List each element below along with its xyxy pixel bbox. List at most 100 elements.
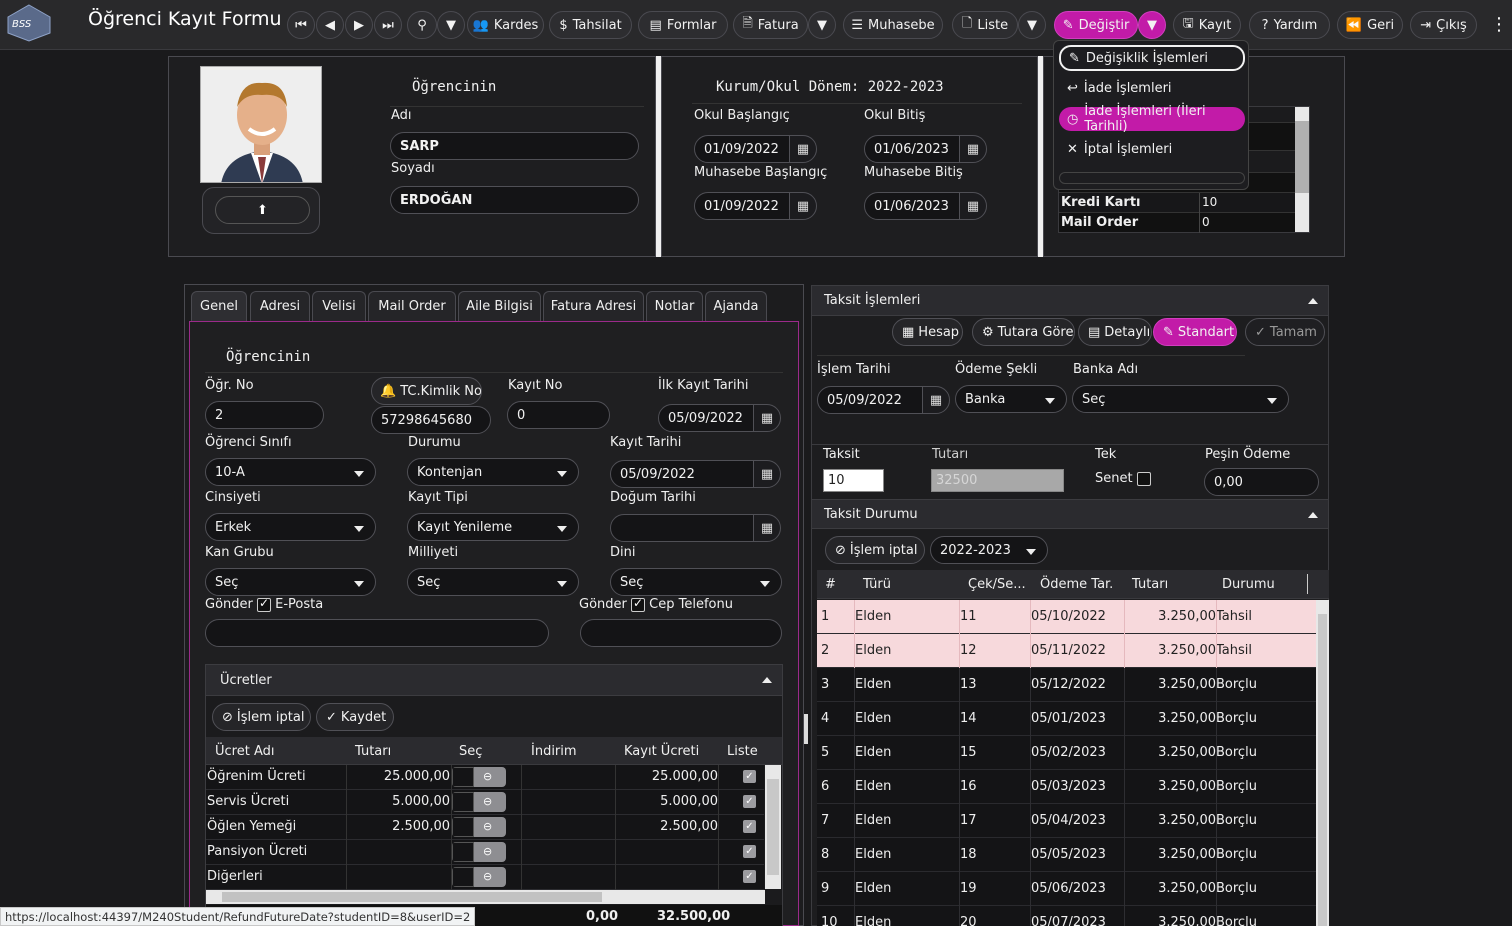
- calendar-icon[interactable]: ▦: [753, 404, 781, 432]
- soyadi-field[interactable]: ERDOĞAN: [390, 186, 639, 214]
- more-menu-icon[interactable]: ⋮: [1490, 14, 1508, 35]
- collapse-icon[interactable]: [762, 677, 772, 683]
- pesin-field[interactable]: 0,00: [1204, 468, 1319, 496]
- cikis-button[interactable]: ⇥ Çıkış: [1410, 11, 1477, 39]
- table-row[interactable]: 8 Elden 18 05/05/2023 3.250,00 Borçlu: [817, 838, 1316, 872]
- fees-header[interactable]: Ücretler: [206, 665, 782, 696]
- standart-button[interactable]: ✎ Standart: [1153, 318, 1237, 346]
- installments-header[interactable]: Taksit İşlemleri: [812, 286, 1328, 316]
- menu-iade-ileri-tarihli[interactable]: ◷ İade İşlemleri (İleri Tarihli): [1059, 104, 1245, 134]
- tamam-button[interactable]: ✓ Tamam: [1245, 318, 1325, 346]
- table-row[interactable]: 3 Elden 13 05/12/2022 3.250,00 Borçlu: [817, 668, 1316, 702]
- calendar-icon[interactable]: ▦: [959, 135, 987, 163]
- ilk-kayit-field[interactable]: 05/09/2022: [658, 404, 754, 432]
- select-toggle[interactable]: ⊖: [452, 817, 506, 837]
- filter-button[interactable]: ⚲: [407, 11, 437, 39]
- yardim-button[interactable]: ? Yardım: [1249, 11, 1330, 39]
- kayit-tipi-select[interactable]: Kayıt Yenileme: [407, 513, 579, 541]
- tab-notlar[interactable]: Notlar: [646, 291, 703, 321]
- table-row[interactable]: Pansiyon Ücreti ⊖ ✓: [206, 840, 764, 865]
- cep-checkbox[interactable]: [631, 596, 646, 612]
- table-row[interactable]: 1 Elden 11 05/10/2022 3.250,00 Tahsil: [817, 600, 1316, 634]
- select-toggle[interactable]: ⊖: [452, 842, 506, 862]
- table-row[interactable]: Öğrenim Ücreti 25.000,00 ⊖ 25.000,00 ✓: [206, 765, 764, 790]
- table-row[interactable]: 2 Elden 12 05/11/2022 3.250,00 Tahsil: [817, 634, 1316, 668]
- fatura-dropdown-button[interactable]: ▼: [808, 11, 836, 39]
- okul-bitis-field[interactable]: 01/06/2023: [864, 135, 960, 163]
- liste-checkbox[interactable]: ✓: [743, 845, 756, 858]
- eposta-field[interactable]: [205, 619, 549, 647]
- calendar-icon[interactable]: ▦: [753, 460, 781, 488]
- menu-degisiklik-islemleri[interactable]: ✎ Değişiklik İşlemleri: [1059, 45, 1245, 71]
- table-row[interactable]: Diğerleri ⊖ ✓: [206, 865, 764, 890]
- menu-iade-islemleri[interactable]: ↩ İade İşlemleri: [1059, 76, 1245, 100]
- fatura-button[interactable]: 🗎 Fatura: [733, 11, 808, 39]
- ogr-no-field[interactable]: 2: [205, 401, 324, 429]
- banka-select[interactable]: Seç: [1072, 385, 1289, 413]
- muh-baslangic-field[interactable]: 01/09/2022: [694, 192, 790, 220]
- select-toggle[interactable]: ⊖: [452, 767, 506, 787]
- degistir-button[interactable]: ✎ Değiştir: [1054, 11, 1138, 39]
- fees-kaydet-button[interactable]: ✓ Kaydet: [316, 703, 394, 731]
- tutara-gore-button[interactable]: ⚙ Tutara Göre: [972, 318, 1075, 346]
- fees-hscrollbar[interactable]: [206, 890, 765, 904]
- prev-record-button[interactable]: ◀: [316, 11, 344, 39]
- select-toggle[interactable]: ⊖: [452, 792, 506, 812]
- tab-ajanda[interactable]: Ajanda: [705, 291, 767, 321]
- collapse-icon[interactable]: [1308, 298, 1318, 304]
- eposta-checkbox[interactable]: [257, 596, 272, 612]
- tab-aile-bilgisi[interactable]: Aile Bilgisi: [458, 291, 541, 321]
- fees-islem-iptal-button[interactable]: ⊘ İşlem iptal: [212, 703, 311, 731]
- detayli-button[interactable]: ▤ Detaylı: [1078, 318, 1152, 346]
- muh-bitis-field[interactable]: 01/06/2023: [864, 192, 960, 220]
- select-toggle[interactable]: ⊖: [452, 867, 506, 887]
- table-row[interactable]: 7 Elden 17 05/04/2023 3.250,00 Borçlu: [817, 804, 1316, 838]
- hesap-button[interactable]: ▦ Hesap: [892, 318, 963, 346]
- liste-checkbox[interactable]: ✓: [743, 870, 756, 883]
- adi-field[interactable]: SARP: [390, 132, 639, 160]
- cinsiyet-select[interactable]: Erkek: [205, 513, 376, 541]
- calendar-icon[interactable]: ▦: [753, 514, 781, 542]
- menu-iptal-islemleri[interactable]: ✕ İptal İşlemleri: [1059, 137, 1245, 161]
- tc-kimlik-field[interactable]: 57298645680: [371, 406, 491, 434]
- formlar-button[interactable]: ▤ Formlar: [638, 11, 728, 39]
- filter-dropdown-button[interactable]: ▼: [437, 11, 465, 39]
- kayit-no-field[interactable]: 0: [507, 401, 610, 429]
- liste-checkbox[interactable]: ✓: [743, 770, 756, 783]
- liste-checkbox[interactable]: ✓: [743, 820, 756, 833]
- tahsilat-button[interactable]: $ Tahsilat: [549, 11, 632, 39]
- tab-mail-order[interactable]: Mail Order: [368, 291, 456, 321]
- table-row[interactable]: Öğlen Yemeği 2.500,00 ⊖ 2.500,00 ✓: [206, 815, 764, 840]
- splitter-handle[interactable]: [804, 714, 808, 744]
- kan-select[interactable]: Seç: [205, 568, 376, 596]
- tab-adresi[interactable]: Adresi: [250, 291, 310, 321]
- liste-button[interactable]: 🗋 Liste: [952, 11, 1018, 39]
- collapse-icon[interactable]: [1308, 512, 1318, 518]
- taksit-field[interactable]: 10: [823, 469, 884, 492]
- durum-select[interactable]: Kontenjan: [407, 458, 579, 486]
- din-select[interactable]: Seç: [610, 568, 782, 596]
- status-header[interactable]: Taksit Durumu: [812, 499, 1328, 529]
- tab-velisi[interactable]: Velisi: [312, 291, 366, 321]
- dogum-field[interactable]: [610, 514, 754, 542]
- muhasebe-button[interactable]: ☰ Muhasebe: [843, 11, 943, 39]
- next-record-button[interactable]: ▶: [345, 11, 373, 39]
- kayit-tarihi-field[interactable]: 05/09/2022: [610, 460, 754, 488]
- last-record-button[interactable]: ⏭: [374, 11, 402, 39]
- table-row[interactable]: 6 Elden 16 05/03/2023 3.250,00 Borçlu: [817, 770, 1316, 804]
- tc-kimlik-button[interactable]: 🔔 TC.Kimlik No: [371, 377, 482, 405]
- status-islem-iptal-button[interactable]: ⊘ İşlem iptal: [825, 536, 925, 564]
- year-select[interactable]: 2022-2023: [930, 536, 1048, 564]
- liste-checkbox[interactable]: ✓: [743, 795, 756, 808]
- calendar-icon[interactable]: ▦: [789, 192, 817, 220]
- kardes-button[interactable]: 👥 Kardes: [467, 11, 544, 39]
- status-vscrollbar[interactable]: [1316, 600, 1329, 926]
- table-row[interactable]: Servis Ücreti 5.000,00 ⊖ 5.000,00 ✓: [206, 790, 764, 815]
- milliyet-select[interactable]: Seç: [407, 568, 579, 596]
- geri-button[interactable]: ⏪ Geri: [1337, 11, 1403, 39]
- tab-genel[interactable]: Genel: [191, 291, 247, 321]
- tab-fatura-adresi[interactable]: Fatura Adresi: [543, 291, 644, 321]
- fees-vscrollbar[interactable]: [765, 765, 781, 889]
- liste-dropdown-button[interactable]: ▼: [1018, 11, 1046, 39]
- cep-field[interactable]: [580, 619, 782, 647]
